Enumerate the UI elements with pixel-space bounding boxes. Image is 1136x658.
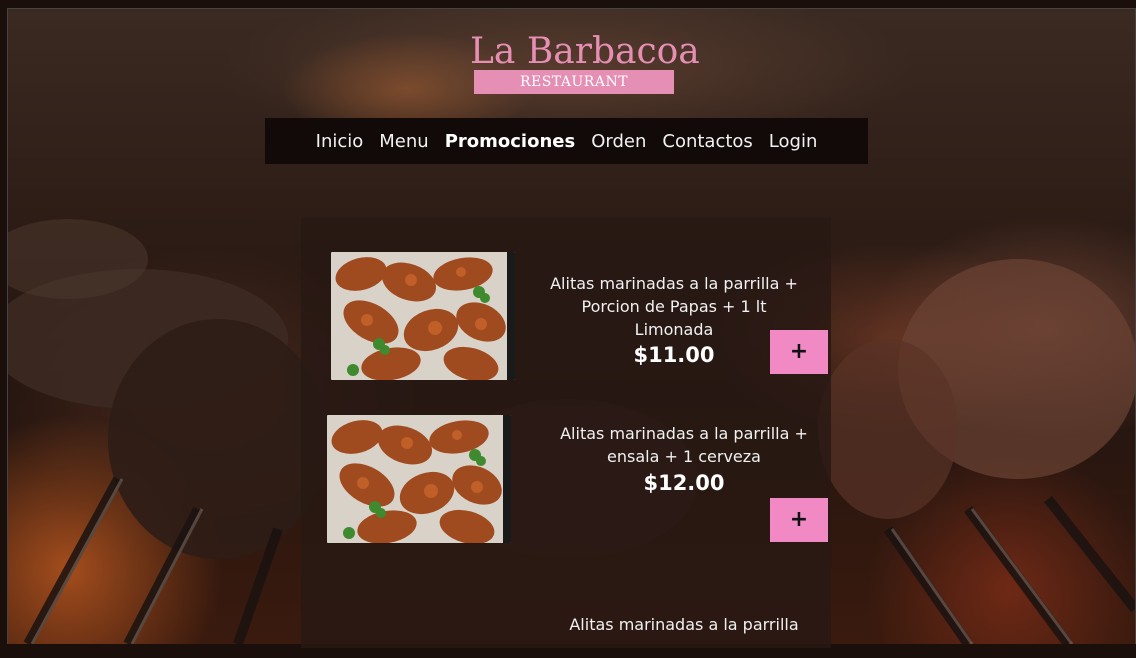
nav-link-promociones[interactable]: Promociones xyxy=(445,131,576,152)
brand-tagline-badge: RESTAURANT xyxy=(474,70,674,94)
promo-card: Alitas marinadas a la parrilla + ensala … xyxy=(301,388,831,558)
brand-logo-title[interactable]: La Barbacoa xyxy=(470,30,700,74)
nav-link-menu[interactable]: Menu xyxy=(379,131,428,152)
add-to-order-button[interactable]: + xyxy=(770,330,828,374)
main-navigation: Inicio Menu Promociones Orden Contactos … xyxy=(265,118,868,164)
nav-link-orden[interactable]: Orden xyxy=(591,131,646,152)
grilled-wings-image xyxy=(327,415,511,543)
nav-link-inicio[interactable]: Inicio xyxy=(316,131,364,152)
promo-price: $11.00 xyxy=(633,343,715,367)
promo-description: Alitas marinadas a la parrilla + ensala … xyxy=(560,424,808,466)
promo-price: $12.00 xyxy=(643,471,725,495)
add-to-order-button[interactable]: + xyxy=(770,498,828,542)
nav-link-contactos[interactable]: Contactos xyxy=(662,131,752,152)
promo-card: Alitas marinadas a la parrilla + Porcion… xyxy=(301,218,831,388)
promo-card: Alitas marinadas a la parrilla xyxy=(301,598,831,658)
promotions-panel: Alitas marinadas a la parrilla + Porcion… xyxy=(301,218,831,648)
promo-description: Alitas marinadas a la parrilla + Porcion… xyxy=(550,274,798,339)
promo-description: Alitas marinadas a la parrilla xyxy=(569,615,799,634)
nav-link-login[interactable]: Login xyxy=(769,131,818,152)
grilled-wings-image xyxy=(331,252,515,380)
